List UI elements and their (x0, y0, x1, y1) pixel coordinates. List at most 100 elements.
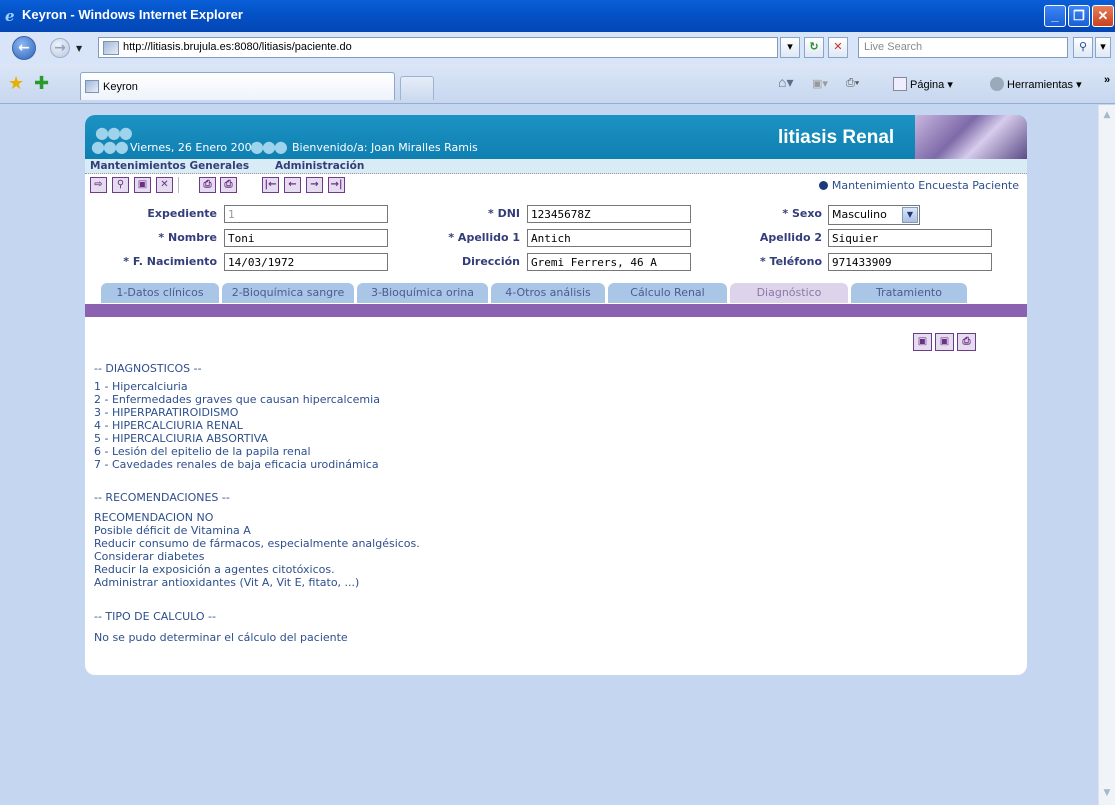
address-dropdown-button[interactable]: ▾ (780, 37, 800, 58)
diagnostic-item: 3 - HIPERPARATIROIDISMO (94, 406, 239, 419)
address-bar[interactable]: http://litiasis.brujula.es:8080/litiasis… (98, 37, 778, 58)
save-as-icon[interactable]: ▣ (935, 333, 954, 351)
add-favorites-icon[interactable]: ✚ (34, 73, 49, 94)
tab-datos-clinicos[interactable]: 1-Datos clínicos (101, 283, 219, 303)
tab-bioquimica-orina[interactable]: 3-Bioquímica orina (357, 283, 488, 303)
diagnostic-content: ▣ ▣ ⎙ -- DIAGNOSTICOS -- 1 - Hipercalciuri… (85, 317, 1027, 675)
toolbar-separator (178, 177, 179, 193)
next-record-icon[interactable]: → (306, 177, 323, 193)
last-record-icon[interactable]: →| (328, 177, 345, 193)
vertical-scrollbar[interactable]: ▲ ▼ (1098, 105, 1115, 805)
close-button[interactable]: ✕ (1092, 5, 1114, 27)
page-favicon-icon (103, 41, 119, 55)
search-icon[interactable]: ⚲ (112, 177, 129, 193)
diagnostic-item: 1 - Hipercalciuria (94, 380, 188, 393)
apellido2-field[interactable]: Siquier (828, 229, 992, 247)
diagnostic-item: 6 - Lesión del epitelio de la papila ren… (94, 445, 311, 458)
direccion-field[interactable]: Gremi Ferrers, 46 A (527, 253, 691, 271)
patient-form: Expediente 1 * DNI 12345678Z * Sexo Masc… (85, 195, 1027, 285)
page-viewport: ●●● ●●● Viernes, 26 Enero 2007 ●●● Bienv… (8, 105, 1098, 805)
tab-otros-analisis[interactable]: 4-Otros análisis (491, 283, 605, 303)
ie-logo-icon: e (5, 7, 15, 25)
print-icon[interactable]: ⎙ (957, 333, 976, 351)
forward-button[interactable]: → (50, 38, 70, 58)
menu-mantenimientos[interactable]: Mantenimientos Generales (90, 160, 249, 172)
banner-date: Viernes, 26 Enero 2007 (130, 141, 259, 154)
maximize-button[interactable]: ❐ (1068, 5, 1090, 27)
sexo-select[interactable]: Masculino ▼ (828, 205, 920, 225)
app-tabs: 1-Datos clínicos 2-Bioquímica sangre 3-B… (85, 283, 1027, 303)
gear-icon (990, 77, 1004, 91)
home-icon[interactable]: ⌂▾ (778, 74, 793, 91)
telefono-label: * Teléfono (759, 255, 822, 268)
chevron-down-icon: ▼ (902, 207, 918, 223)
previous-record-icon[interactable]: ← (284, 177, 301, 193)
search-options-button[interactable]: ▾ (1095, 37, 1111, 58)
recommendation-item: Reducir la exposición a agentes citotóxi… (94, 563, 335, 576)
brand-title: litiasis Renal (778, 127, 895, 148)
telefono-field[interactable]: 971433909 (828, 253, 992, 271)
tab-calculo-renal[interactable]: Cálculo Renal (608, 283, 727, 303)
stop-button[interactable]: ✕ (828, 37, 848, 58)
first-record-icon[interactable]: |← (262, 177, 279, 193)
dni-field[interactable]: 12345678Z (527, 205, 691, 223)
save-icon[interactable]: ▣ (134, 177, 151, 193)
exit-icon[interactable]: ⇨ (90, 177, 107, 193)
page-menu-label: Página (910, 79, 945, 91)
dni-label: * DNI (487, 207, 520, 220)
scroll-up-icon[interactable]: ▲ (1099, 107, 1115, 123)
survey-maintenance-link[interactable]: Mantenimiento Encuesta Paciente (818, 179, 1019, 192)
browser-tab[interactable]: Keyron (80, 72, 395, 100)
nacimiento-label: * F. Nacimiento (123, 255, 217, 268)
history-dropdown-icon[interactable]: ▼ (76, 44, 82, 53)
nombre-field[interactable]: Toni (224, 229, 388, 247)
tab-tratamiento[interactable]: Tratamiento (851, 283, 967, 303)
nacimiento-field[interactable]: 14/03/1972 (224, 253, 388, 271)
scroll-down-icon[interactable]: ▼ (1099, 785, 1115, 801)
back-button[interactable]: ← (12, 36, 36, 60)
tools-menu-label: Herramientas (1007, 79, 1074, 91)
expediente-field[interactable]: 1 (224, 205, 388, 223)
browser-tabs-row: ★ ✚ Keyron ⌂▾ ▣▾ ⎙▾ Página ▾ Herramienta… (0, 64, 1115, 104)
diagnostics-header: -- DIAGNOSTICOS -- (94, 362, 202, 375)
tab-diagnostico[interactable]: Diagnóstico (730, 283, 848, 303)
window-title: Keyron - Windows Internet Explorer (22, 7, 243, 22)
apellido1-field[interactable]: Antich (527, 229, 691, 247)
new-tab-button[interactable] (400, 76, 434, 100)
refresh-button[interactable]: ↻ (804, 37, 824, 58)
tab-bioquimica-sangre[interactable]: 2-Bioquímica sangre (222, 283, 354, 303)
calculation-text: No se pudo determinar el cálculo del pac… (94, 631, 348, 644)
menu-administracion[interactable]: Administración (275, 160, 364, 172)
print-preview-icon[interactable]: ⎙ (220, 177, 237, 193)
more-commands-button[interactable]: » (1104, 74, 1110, 86)
browser-tab-label: Keyron (103, 81, 138, 93)
page-menu[interactable]: Página ▾ (893, 77, 953, 91)
content-actions: ▣ ▣ ⎙ (910, 333, 976, 351)
calculation-header: -- TIPO DE CALCULO -- (94, 610, 216, 623)
search-input[interactable]: Live Search (858, 37, 1068, 58)
search-icon[interactable]: ⚲ (1073, 37, 1093, 58)
record-toolbar: ⇨ ⚲ ▣ ✕ ⎙ ⎙ |← ← → →| Mantenimiento Encu… (85, 175, 1027, 195)
favorites-star-icon[interactable]: ★ (8, 73, 24, 94)
print-icon[interactable]: ⎙ (199, 177, 216, 193)
expediente-label: Expediente (147, 207, 217, 220)
decor-dots-icon: ●●● (91, 137, 129, 156)
address-row: ← → ▼ http://litiasis.brujula.es:8080/li… (0, 32, 1115, 64)
diagnostic-item: 4 - HIPERCALCIURIA RENAL (94, 419, 243, 432)
delete-icon[interactable]: ✕ (156, 177, 173, 193)
recommendation-item: Considerar diabetes (94, 550, 205, 563)
save-icon[interactable]: ▣ (913, 333, 932, 351)
apellido1-label: * Apellido 1 (448, 231, 520, 244)
recommendation-item: Posible déficit de Vitamina A (94, 524, 251, 537)
brand-kidney-image (915, 115, 1027, 159)
recommendation-item: Administrar antioxidantes (Vit A, Vit E,… (94, 576, 360, 589)
tab-favicon-icon (85, 80, 99, 93)
recommendations-header: -- RECOMENDACIONES -- (94, 491, 230, 504)
tools-menu[interactable]: Herramientas ▾ (990, 77, 1082, 91)
direccion-label: Dirección (462, 255, 520, 268)
banner-welcome: Bienvenido/a: Joan Miralles Ramis (292, 141, 478, 154)
minimize-button[interactable]: _ (1044, 5, 1066, 27)
survey-link-label: Mantenimiento Encuesta Paciente (831, 179, 1019, 192)
feeds-icon[interactable]: ▣▾ (812, 77, 828, 90)
print-icon[interactable]: ⎙▾ (846, 77, 859, 90)
